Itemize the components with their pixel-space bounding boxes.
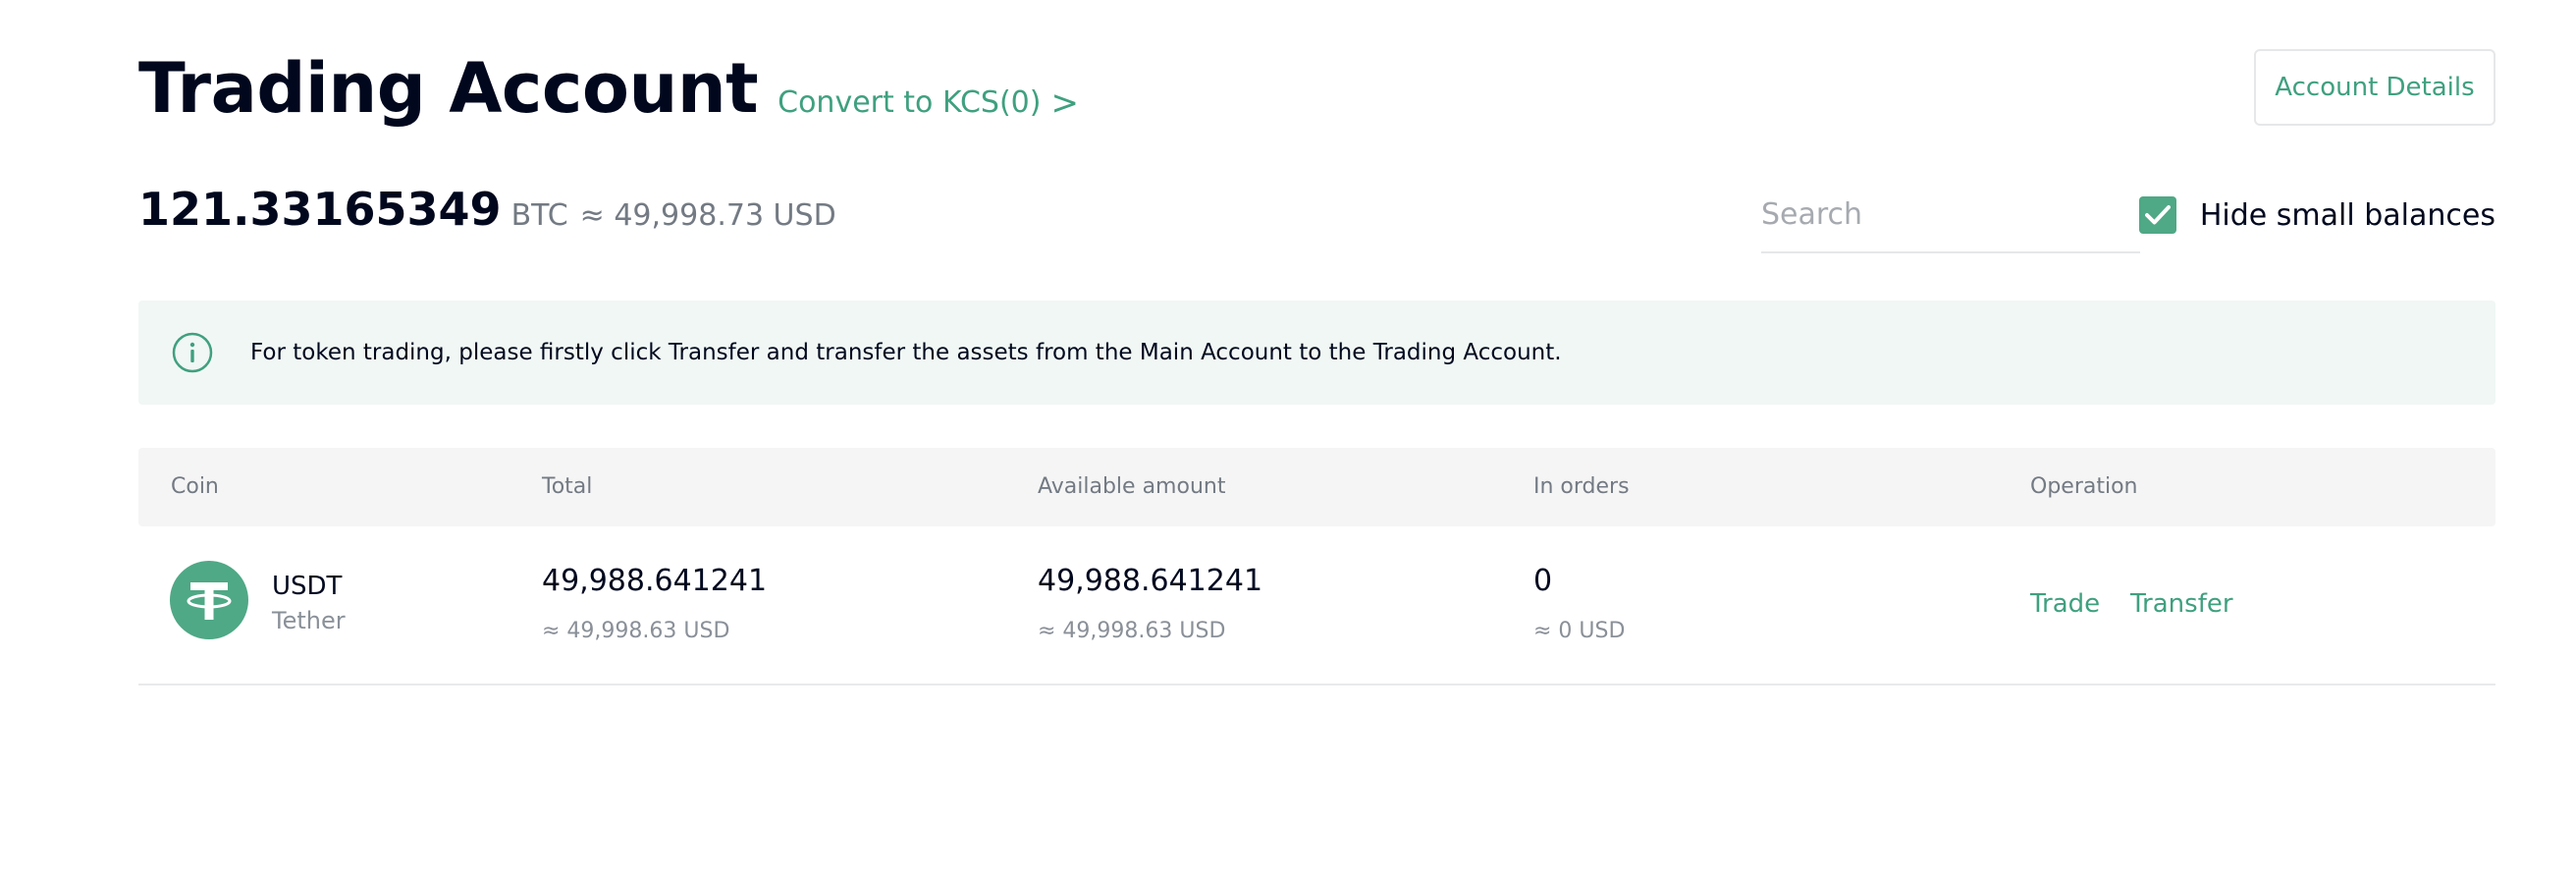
assets-table: Coin Total Available amount In orders Op… xyxy=(138,448,2496,686)
balance-value: 121.33165349 xyxy=(138,183,502,236)
info-icon xyxy=(172,332,213,373)
column-header-operation: Operation xyxy=(2030,474,2138,499)
coin-symbol: USDT xyxy=(272,572,343,601)
notice-text: For token trading, please firstly click … xyxy=(250,340,1562,365)
trade-link[interactable]: Trade xyxy=(2030,589,2100,619)
checkmark-icon xyxy=(2144,205,2171,225)
tether-icon xyxy=(170,561,248,639)
in-orders-fiat: ≈ 0 USD xyxy=(1533,619,1626,643)
total-balance: 121.33165349 BTC ≈ 49,998.73 USD xyxy=(138,183,836,236)
hide-small-balances-checkbox[interactable] xyxy=(2138,196,2176,234)
hide-small-balances-label: Hide small balances xyxy=(2199,197,2496,233)
available-fiat: ≈ 49,998.63 USD xyxy=(1038,619,1226,643)
balance-fiat: ≈ 49,998.73 USD xyxy=(579,198,836,233)
table-header: Coin Total Available amount In orders Op… xyxy=(138,448,2496,526)
convert-to-kcs-label: Convert to KCS(0) xyxy=(778,85,1042,120)
column-header-coin: Coin xyxy=(171,474,219,499)
trading-account-page: Trading Account Convert to KCS(0) > Acco… xyxy=(0,0,2576,878)
in-orders-amount: 0 xyxy=(1533,564,1553,598)
convert-to-kcs-link[interactable]: Convert to KCS(0) > xyxy=(778,83,1079,123)
table-row: USDT Tether 49,988.641241 ≈ 49,998.63 US… xyxy=(138,526,2496,686)
account-details-button[interactable]: Account Details xyxy=(2254,49,2496,126)
column-header-available: Available amount xyxy=(1038,474,1226,499)
total-fiat: ≈ 49,998.63 USD xyxy=(542,619,730,643)
search-input[interactable] xyxy=(1761,187,2140,242)
coin-name: Tether xyxy=(272,607,346,634)
hide-small-balances-toggle[interactable]: Hide small balances xyxy=(2138,196,2496,234)
page-title: Trading Account xyxy=(138,48,759,129)
balance-unit: BTC xyxy=(510,198,568,233)
search-field xyxy=(1761,187,2140,253)
transfer-notice: For token trading, please firstly click … xyxy=(138,301,2496,405)
available-amount: 49,988.641241 xyxy=(1038,564,1263,598)
total-amount: 49,988.641241 xyxy=(542,564,768,598)
chevron-right-icon: > xyxy=(1050,82,1079,123)
column-header-in-orders: In orders xyxy=(1533,474,1630,499)
page-header: Trading Account Convert to KCS(0) > xyxy=(138,49,1079,128)
column-header-total: Total xyxy=(542,474,593,499)
transfer-link[interactable]: Transfer xyxy=(2130,589,2233,619)
